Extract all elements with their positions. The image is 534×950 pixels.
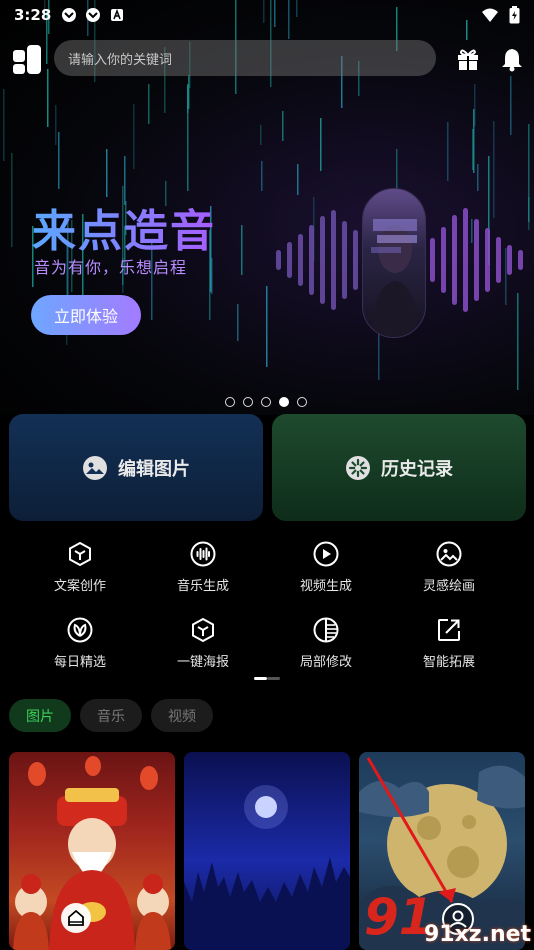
carousel-dot[interactable] <box>243 397 253 407</box>
gift-icon[interactable] <box>455 46 481 72</box>
search-input[interactable]: 请输入你的关键词 <box>54 40 436 76</box>
filter-tab-images[interactable]: 图片 <box>9 699 71 732</box>
status-bar: 3:28 <box>0 0 534 30</box>
cube-icon <box>69 541 91 567</box>
app-notification-icon <box>62 8 77 22</box>
carousel-dots[interactable] <box>225 397 307 407</box>
tool-smart-expand[interactable]: 智能拓展 <box>394 617 504 670</box>
tool-video-gen[interactable]: 视频生成 <box>271 541 381 594</box>
edit-image-card[interactable]: 编辑图片 <box>9 414 263 521</box>
carousel-dot-active[interactable] <box>279 397 289 407</box>
filter-tab-video[interactable]: 视频 <box>151 699 213 732</box>
palette-icon <box>436 541 462 567</box>
tool-label: 文案创作 <box>53 579 106 594</box>
gallery-item-moon-forest[interactable] <box>184 752 350 950</box>
battery-icon <box>509 6 520 24</box>
banner-subtitle: 音为有你，乐想启程 <box>34 258 188 277</box>
tools-page-indicator <box>254 677 280 680</box>
tool-label: 智能拓展 <box>422 655 475 670</box>
watermark-site-text: 91xz.net <box>424 922 532 947</box>
soundwave-icon <box>190 541 216 567</box>
play-icon <box>313 541 339 567</box>
tool-inspiration-paint[interactable]: 灵感绘画 <box>394 541 504 594</box>
wifi-icon <box>482 8 498 22</box>
gallery-item-god-of-wealth[interactable] <box>9 752 175 950</box>
home-icon[interactable] <box>60 902 92 934</box>
filter-tab-music[interactable]: 音乐 <box>80 699 142 732</box>
try-now-button[interactable]: 立即体验 <box>31 295 141 335</box>
tool-label: 视频生成 <box>299 579 352 594</box>
banner-title: 来点造音 <box>32 195 216 259</box>
leaf-icon <box>67 617 93 643</box>
app-notification-icon <box>86 8 101 22</box>
carousel-dot[interactable] <box>225 397 235 407</box>
carousel-dot[interactable] <box>297 397 307 407</box>
status-time: 3:28 <box>14 6 52 24</box>
history-icon <box>346 455 370 480</box>
edit-image-label: 编辑图片 <box>118 458 190 480</box>
font-notification-icon <box>111 8 124 21</box>
tool-daily-picks[interactable]: 每日精选 <box>25 617 135 670</box>
half-circle-icon <box>313 617 339 643</box>
history-label: 历史记录 <box>381 458 453 480</box>
bell-icon[interactable] <box>499 46 525 72</box>
history-card[interactable]: 历史记录 <box>272 414 526 521</box>
portrait-image <box>362 188 426 338</box>
expand-icon <box>438 619 460 641</box>
image-icon <box>83 455 107 480</box>
tool-label: 灵感绘画 <box>422 579 475 594</box>
top-bar: 请输入你的关键词 <box>0 38 534 78</box>
tool-label: 每日精选 <box>53 655 106 670</box>
tool-label: 局部修改 <box>299 655 352 670</box>
tool-label: 音乐生成 <box>176 579 229 594</box>
tool-label: 一键海报 <box>176 655 229 670</box>
cube-icon <box>192 617 214 643</box>
tool-copywriting[interactable]: 文案创作 <box>25 541 135 594</box>
god-of-wealth-image <box>13 756 171 950</box>
tool-music-gen[interactable]: 音乐生成 <box>148 541 258 594</box>
tool-partial-edit[interactable]: 局部修改 <box>271 617 381 670</box>
tool-one-click-poster[interactable]: 一键海报 <box>148 617 258 670</box>
moon-forest-image <box>184 785 350 950</box>
carousel-dot[interactable] <box>261 397 271 407</box>
app-logo-icon[interactable] <box>12 44 42 74</box>
